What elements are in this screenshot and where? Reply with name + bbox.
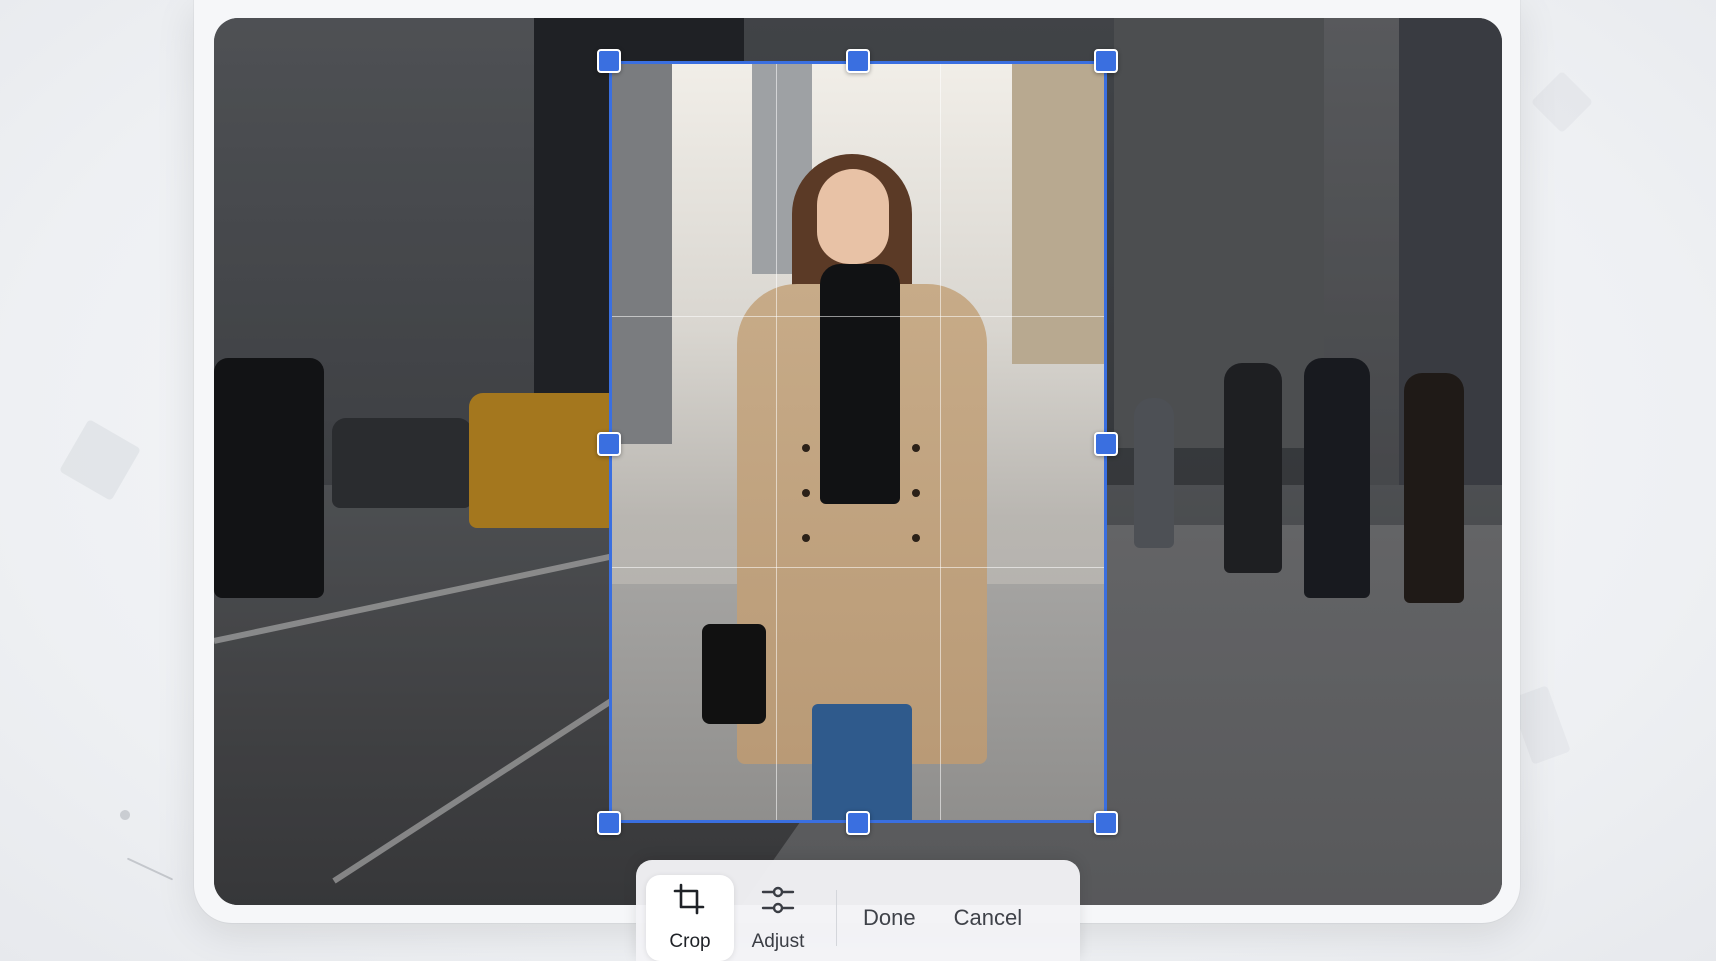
- crop-grid-line: [939, 64, 941, 820]
- crop-frame[interactable]: [609, 61, 1107, 823]
- crop-grid-line: [612, 315, 1104, 317]
- crop-handle-top-right[interactable]: [1094, 49, 1118, 73]
- decorative-shape: [59, 419, 141, 501]
- crop-handle-middle-right[interactable]: [1094, 432, 1118, 456]
- crop-handle-bottom-left[interactable]: [597, 811, 621, 835]
- decorative-shape: [1530, 70, 1594, 134]
- coat-button: [912, 444, 920, 452]
- adjust-tool-label: Adjust: [751, 931, 805, 952]
- crop-grid-line: [612, 567, 1104, 569]
- cancel-button[interactable]: Cancel: [942, 897, 1034, 939]
- coat-button: [802, 489, 810, 497]
- subject-face: [817, 169, 889, 264]
- building: [612, 64, 672, 444]
- crop-grid-line: [775, 64, 777, 820]
- crop-icon: [672, 882, 708, 923]
- building: [1012, 64, 1104, 364]
- crop-handle-bottom-right[interactable]: [1094, 811, 1118, 835]
- subject-turtleneck: [820, 264, 900, 504]
- coat-button: [912, 489, 920, 497]
- sliders-icon: [760, 882, 796, 923]
- toolbar-divider: [836, 889, 837, 946]
- crop-handle-middle-left[interactable]: [597, 432, 621, 456]
- subject-jeans: [812, 704, 912, 820]
- decorative-shape: [118, 808, 132, 822]
- crop-dim-right: [1107, 18, 1502, 905]
- coat-button: [912, 534, 920, 542]
- crop-tool-button[interactable]: Crop: [646, 874, 734, 961]
- coat-button: [802, 444, 810, 452]
- app-stage: Crop Adjust Done Cancel: [0, 0, 1716, 961]
- crop-tool-label: Crop: [669, 931, 711, 952]
- crop-dim-left: [214, 18, 609, 905]
- crop-handle-top-left[interactable]: [597, 49, 621, 73]
- done-button[interactable]: Done: [851, 897, 928, 939]
- crop-handle-top-center[interactable]: [846, 49, 870, 73]
- crop-handle-bottom-center[interactable]: [846, 811, 870, 835]
- decorative-shape: [126, 857, 174, 881]
- coat-button: [802, 534, 810, 542]
- edit-toolbar: Crop Adjust Done Cancel: [636, 860, 1080, 961]
- subject-handbag: [702, 624, 766, 724]
- adjust-tool-button[interactable]: Adjust: [734, 875, 822, 961]
